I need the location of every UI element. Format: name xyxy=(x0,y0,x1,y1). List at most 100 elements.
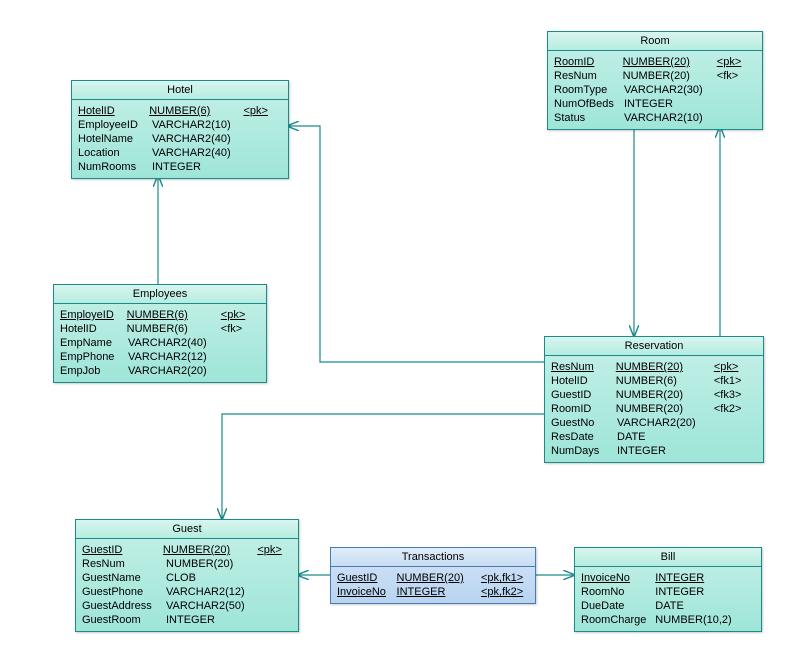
entity-body: HotelIDNUMBER(6)<pk>EmployeeIDVARCHAR2(1… xyxy=(72,100,288,178)
attribute-row: NumOfBedsINTEGER xyxy=(554,97,756,111)
attr-name: HotelID xyxy=(78,104,149,118)
attr-type: INTEGER xyxy=(397,585,481,599)
attribute-row: GuestNameCLOB xyxy=(82,571,292,585)
attr-name: ResNum xyxy=(554,69,623,83)
attr-key: <pk> xyxy=(714,360,757,374)
attr-name: EmpJob xyxy=(60,364,128,378)
entity-title: Reservation xyxy=(545,337,763,356)
entity-title: Room xyxy=(548,32,762,51)
attr-key: <pk,fk1> xyxy=(481,571,529,585)
entity-title: Employees xyxy=(54,285,266,304)
attr-name: GuestRoom xyxy=(82,613,166,627)
attribute-row: RoomNoINTEGER xyxy=(581,585,755,599)
attr-type: VARCHAR2(20) xyxy=(617,416,717,430)
attr-key: <fk> xyxy=(717,69,756,83)
attribute-row: EmpJobVARCHAR2(20) xyxy=(60,364,260,378)
attr-type: NUMBER(6) xyxy=(127,322,221,336)
entity-body: EmployeIDNUMBER(6)<pk>HotelIDNUMBER(6)<f… xyxy=(54,304,266,382)
attr-type: INTEGER xyxy=(624,97,720,111)
attr-type: INTEGER xyxy=(655,585,755,599)
attr-key: <pk> xyxy=(257,543,292,557)
attr-type: NUMBER(10,2) xyxy=(655,613,755,627)
attr-name: RoomNo xyxy=(581,585,655,599)
attribute-row: LocationVARCHAR2(40) xyxy=(78,146,282,160)
attribute-row: RoomTypeVARCHAR2(30) xyxy=(554,83,756,97)
attr-type: VARCHAR2(10) xyxy=(624,111,720,125)
attribute-row: EmpPhoneVARCHAR2(12) xyxy=(60,350,260,364)
attr-key: <fk2> xyxy=(714,402,757,416)
entity-title: Hotel xyxy=(72,81,288,100)
attr-name: GuestID xyxy=(337,571,397,585)
attr-name: ResDate xyxy=(551,430,617,444)
attribute-row: EmpNameVARCHAR2(40) xyxy=(60,336,260,350)
attr-name: NumDays xyxy=(551,444,617,458)
attr-key: <pk,fk2> xyxy=(481,585,529,599)
attr-name: EmpName xyxy=(60,336,128,350)
attr-name: HotelID xyxy=(551,374,616,388)
attr-key: <fk> xyxy=(221,322,260,336)
attr-type: VARCHAR2(40) xyxy=(128,336,224,350)
entity-body: InvoiceNoINTEGERRoomNoINTEGERDueDateDATE… xyxy=(575,567,761,631)
attribute-row: NumDaysINTEGER xyxy=(551,444,757,458)
attribute-row: RoomChargeNUMBER(10,2) xyxy=(581,613,755,627)
attr-name: RoomCharge xyxy=(581,613,655,627)
entity-reservation: ReservationResNumNUMBER(20)<pk>HotelIDNU… xyxy=(544,336,764,463)
attribute-row: GuestPhoneVARCHAR2(12) xyxy=(82,585,292,599)
attribute-row: HotelIDNUMBER(6)<fk1> xyxy=(551,374,757,388)
attr-name: InvoiceNo xyxy=(581,571,655,585)
attr-type: NUMBER(20) xyxy=(623,55,717,69)
attr-name: EmployeID xyxy=(60,308,127,322)
attr-type: NUMBER(6) xyxy=(149,104,243,118)
entity-body: GuestIDNUMBER(20)<pk>ResNumNUMBER(20)Gue… xyxy=(76,539,298,631)
attr-type: VARCHAR2(50) xyxy=(166,599,264,613)
attr-type: NUMBER(20) xyxy=(397,571,481,585)
connector-reservation-to-guest xyxy=(222,414,544,519)
attr-name: Location xyxy=(78,146,152,160)
attr-key: <pk> xyxy=(221,308,260,322)
attr-name: InvoiceNo xyxy=(337,585,397,599)
attr-type: NUMBER(20) xyxy=(623,69,717,83)
attr-type: VARCHAR2(30) xyxy=(624,83,720,97)
attr-key: <pk> xyxy=(244,104,282,118)
attr-type: INTEGER xyxy=(655,571,755,585)
attribute-row: InvoiceNoINTEGER xyxy=(581,571,755,585)
attr-name: GuestNo xyxy=(551,416,617,430)
attribute-row: GuestIDNUMBER(20)<pk> xyxy=(82,543,292,557)
attr-name: NumRooms xyxy=(78,160,152,174)
attribute-row: GuestIDNUMBER(20)<fk3> xyxy=(551,388,757,402)
entity-body: ResNumNUMBER(20)<pk>HotelIDNUMBER(6)<fk1… xyxy=(545,356,763,462)
attr-type: INTEGER xyxy=(617,444,717,458)
entity-body: RoomIDNUMBER(20)<pk>ResNumNUMBER(20)<fk>… xyxy=(548,51,762,129)
entity-transactions: TransactionsGuestIDNUMBER(20)<pk,fk1>Inv… xyxy=(330,547,536,604)
attr-name: EmpPhone xyxy=(60,350,128,364)
connector-reservation-to-hotel xyxy=(288,126,544,362)
attr-type: NUMBER(20) xyxy=(616,388,714,402)
attr-name: ResNum xyxy=(82,557,166,571)
attr-type: DATE xyxy=(655,599,755,613)
attribute-row: ResNumNUMBER(20) xyxy=(82,557,292,571)
attribute-row: ResNumNUMBER(20)<pk> xyxy=(551,360,757,374)
entity-body: GuestIDNUMBER(20)<pk,fk1>InvoiceNoINTEGE… xyxy=(331,567,535,603)
attribute-row: RoomIDNUMBER(20)<pk> xyxy=(554,55,756,69)
attribute-row: EmployeeIDVARCHAR2(10) xyxy=(78,118,282,132)
attr-name: NumOfBeds xyxy=(554,97,624,111)
attribute-row: InvoiceNoINTEGER<pk,fk2> xyxy=(337,585,529,599)
entity-guest: Guest GuestIDNUMBER(20)<pk>ResNumNUMBER(2… xyxy=(75,519,299,632)
entity-hotel: HotelHotelIDNUMBER(6)<pk>EmployeeIDVARCH… xyxy=(71,80,289,179)
attr-name: GuestPhone xyxy=(82,585,166,599)
attr-name: GuestID xyxy=(551,388,616,402)
attribute-row: GuestAddressVARCHAR2(50) xyxy=(82,599,292,613)
attr-key: <fk3> xyxy=(714,388,757,402)
attr-type: DATE xyxy=(617,430,717,444)
attribute-row: ResNumNUMBER(20)<fk> xyxy=(554,69,756,83)
attr-type: NUMBER(20) xyxy=(166,557,264,571)
attribute-row: ResDateDATE xyxy=(551,430,757,444)
attr-name: GuestID xyxy=(82,543,163,557)
attribute-row: EmployeIDNUMBER(6)<pk> xyxy=(60,308,260,322)
attribute-row: GuestRoomINTEGER xyxy=(82,613,292,627)
entity-title: Guest xyxy=(76,520,298,539)
attr-name: RoomType xyxy=(554,83,624,97)
attr-type: NUMBER(6) xyxy=(127,308,221,322)
attr-name: RoomID xyxy=(554,55,623,69)
attr-type: INTEGER xyxy=(166,613,264,627)
